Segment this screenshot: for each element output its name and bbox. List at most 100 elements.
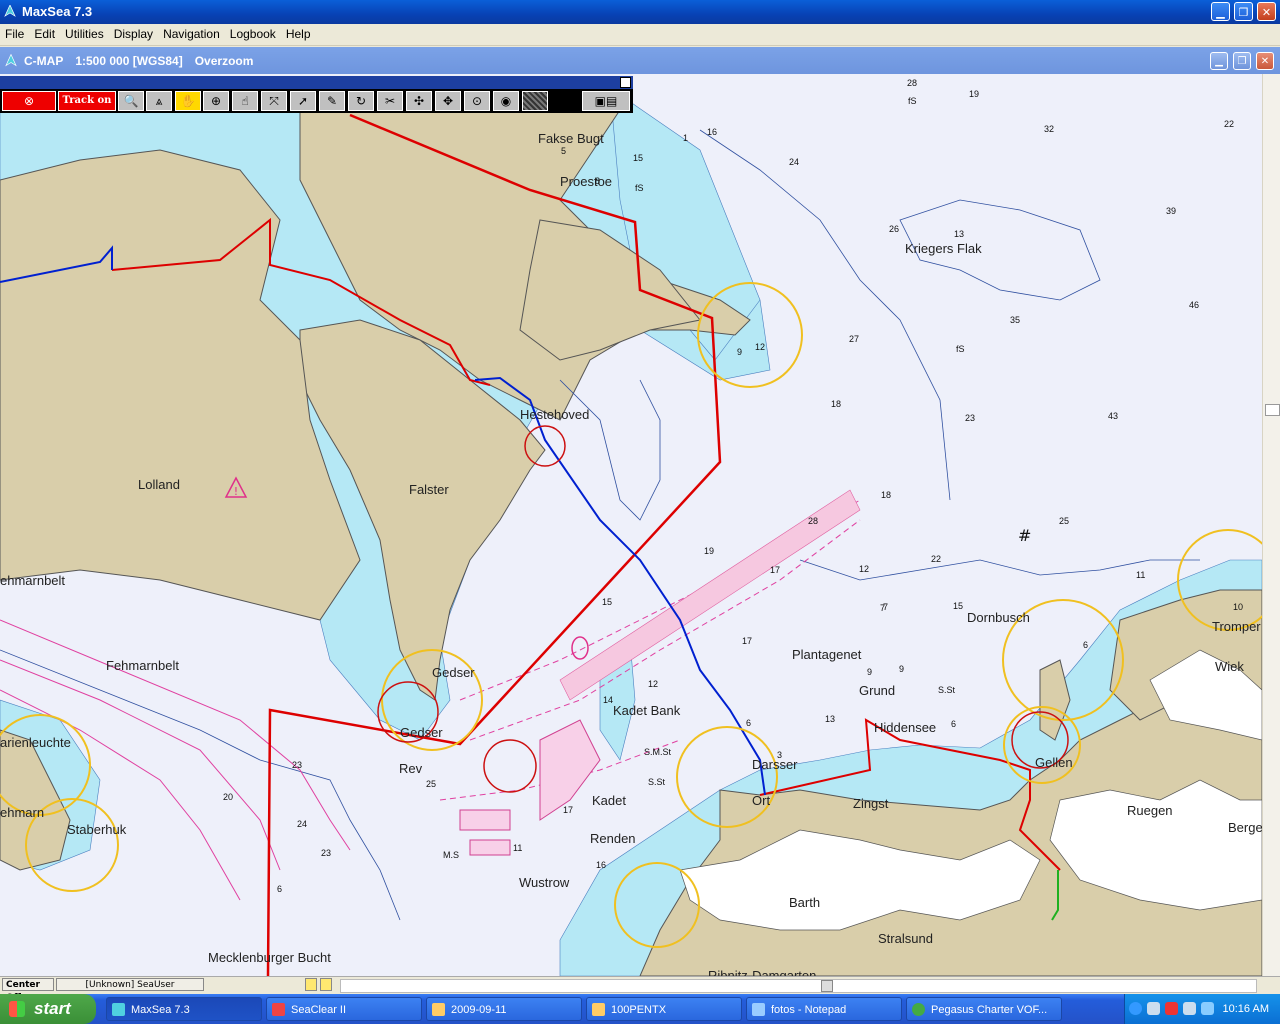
sounding: 39 bbox=[1166, 206, 1177, 216]
menu-logbook[interactable]: Logbook bbox=[225, 24, 281, 41]
sounding: 14 bbox=[603, 695, 614, 705]
task-browser[interactable]: Pegasus Charter VOF... bbox=[906, 997, 1062, 1021]
route-tool-icon[interactable]: ⤧ bbox=[261, 91, 287, 111]
pencil-icon[interactable]: ✎ bbox=[319, 91, 345, 111]
sounding: 16 bbox=[707, 127, 718, 137]
target-icon[interactable]: ◉ bbox=[493, 91, 519, 111]
depth-contour-10 bbox=[559, 379, 661, 521]
sounding: 12 bbox=[648, 679, 659, 689]
status-indicator-icon[interactable] bbox=[305, 978, 317, 991]
place-fehmarnbelt: Fehmarnbelt bbox=[106, 658, 179, 673]
start-button[interactable]: start bbox=[0, 994, 96, 1024]
app-title-bar[interactable]: MaxSea 7.3 ▁ ❐ ✕ bbox=[0, 0, 1280, 24]
menu-help[interactable]: Help bbox=[281, 24, 316, 41]
close-button[interactable]: ✕ bbox=[1257, 2, 1276, 21]
place-fakse-bugt: Fakse Bugt bbox=[538, 131, 604, 146]
task-notepad[interactable]: fotos - Notepad bbox=[746, 997, 902, 1021]
chart-minimize-button[interactable]: ▁ bbox=[1210, 52, 1228, 70]
center-off-button[interactable]: Center Off bbox=[2, 978, 54, 1003]
place-gedser: Gedser bbox=[432, 665, 475, 680]
horizontal-scroll-thumb[interactable] bbox=[821, 980, 833, 992]
compass-icon[interactable]: ⩓ bbox=[146, 91, 172, 111]
toolbar-title-strip[interactable] bbox=[0, 76, 633, 89]
menu-edit[interactable]: Edit bbox=[29, 24, 60, 41]
vertical-scroll-thumb[interactable] bbox=[1265, 404, 1280, 416]
chart-maximize-button[interactable]: ❐ bbox=[1233, 52, 1251, 70]
horizontal-scrollbar[interactable] bbox=[340, 979, 1257, 993]
user-status: [Unknown] SeaUser bbox=[56, 978, 204, 991]
task-seaclear[interactable]: SeaClear II bbox=[266, 997, 422, 1021]
target-small-icon[interactable]: ⊙ bbox=[464, 91, 490, 111]
sounding: 18 bbox=[831, 399, 842, 409]
sounding: 6 bbox=[1083, 640, 1089, 650]
task-label: SeaClear II bbox=[291, 1004, 347, 1016]
sounding: 17 bbox=[563, 805, 574, 815]
sounding: S.St bbox=[648, 777, 666, 787]
scissors-icon[interactable]: ✂ bbox=[377, 91, 403, 111]
security-icon[interactable] bbox=[1201, 1002, 1214, 1015]
sounding: 19 bbox=[969, 89, 980, 99]
app-title: MaxSea 7.3 bbox=[22, 4, 93, 19]
menu-utilities[interactable]: Utilities bbox=[60, 24, 109, 41]
minimize-button[interactable]: ▁ bbox=[1211, 2, 1230, 21]
cmap-window-icon bbox=[5, 54, 17, 67]
folder-icon bbox=[592, 1003, 605, 1016]
track-on-button[interactable]: Track on bbox=[58, 91, 116, 111]
menu-display[interactable]: Display bbox=[109, 24, 158, 41]
tray-expand-icon[interactable] bbox=[1129, 1002, 1142, 1015]
crosshair-icon[interactable]: ⊕ bbox=[203, 91, 229, 111]
sounding: 19 bbox=[704, 546, 715, 556]
sounding: 17 bbox=[770, 565, 781, 575]
task-label: 2009-09-11 bbox=[451, 1004, 507, 1016]
place-ribnitz-damgarten: Ribnitz-Damgarten bbox=[708, 968, 817, 976]
notepad-icon bbox=[752, 1003, 765, 1016]
menu-file[interactable]: File bbox=[0, 24, 29, 41]
hand-pointer-icon[interactable]: ☝ bbox=[232, 91, 258, 111]
toolbar-close-button[interactable] bbox=[620, 77, 631, 88]
arrow-pointer-icon[interactable]: ➚ bbox=[290, 91, 316, 111]
sounding: 13 bbox=[954, 229, 965, 239]
waypoint-icon[interactable]: ✣ bbox=[406, 91, 432, 111]
menu-navigation[interactable]: Navigation bbox=[158, 24, 225, 41]
place-fehmarnbelt-west: ehmarnbelt bbox=[0, 573, 66, 588]
task-folder-2009-09-11[interactable]: 2009-09-11 bbox=[426, 997, 582, 1021]
place-mecklenburger-bucht: Mecklenburger Bucht bbox=[208, 950, 331, 965]
volume-icon[interactable] bbox=[1183, 1002, 1196, 1015]
record-button[interactable]: ⊗ bbox=[2, 91, 56, 111]
place-kriegers-flak: Kriegers Flak bbox=[905, 241, 982, 256]
chart-window-title-bar[interactable]: C-MAP 1:500 000 [WGS84] Overzoom ▁ ❐ ✕ bbox=[0, 47, 1280, 74]
maximize-button[interactable]: ❐ bbox=[1234, 2, 1253, 21]
place-bergen: Berge bbox=[1228, 820, 1262, 835]
sounding: 22 bbox=[1224, 119, 1235, 129]
task-maxsea[interactable]: MaxSea 7.3 bbox=[106, 997, 262, 1021]
place-zingst: Zingst bbox=[853, 796, 889, 811]
zoom-icon[interactable]: 🔍 bbox=[118, 91, 144, 111]
sounding: 15 bbox=[633, 153, 644, 163]
chart-close-button[interactable]: ✕ bbox=[1256, 52, 1274, 70]
display-mode-icon[interactable]: ▣▤ bbox=[582, 91, 630, 111]
svg-text:!: ! bbox=[234, 485, 238, 498]
task-folder-100pentx[interactable]: 100PENTX bbox=[586, 997, 742, 1021]
pan-hand-icon[interactable]: ✋ bbox=[175, 91, 201, 111]
move-icon[interactable]: ✥ bbox=[435, 91, 461, 111]
clock[interactable]: 10:16 AM bbox=[1223, 1003, 1269, 1015]
sounding: 18 bbox=[881, 490, 892, 500]
sounding: 24 bbox=[789, 157, 800, 167]
vertical-scrollbar[interactable] bbox=[1262, 74, 1280, 976]
sounding: 9 bbox=[737, 347, 743, 357]
sounding: fS bbox=[908, 96, 917, 106]
sounding: 9 bbox=[867, 667, 873, 677]
network-error-icon[interactable] bbox=[1165, 1002, 1178, 1015]
rotate-icon[interactable]: ↻ bbox=[348, 91, 374, 111]
menu-bar: File Edit Utilities Display Navigation Logboo… bbox=[0, 24, 1280, 46]
place-ruegen: Ruegen bbox=[1127, 803, 1173, 818]
sounding: 6 bbox=[951, 719, 957, 729]
sounding: 25 bbox=[426, 779, 437, 789]
nautical-chart[interactable]: ! # Fakse Bugt Proestoe Kriegers Flak He… bbox=[0, 74, 1262, 976]
task-label: Pegasus Charter VOF... bbox=[931, 1004, 1048, 1016]
pattern-icon[interactable] bbox=[522, 91, 548, 111]
sounding: 12 bbox=[755, 342, 766, 352]
task-label: fotos - Notepad bbox=[771, 1004, 847, 1016]
status-link-icon[interactable] bbox=[320, 978, 332, 991]
network-icon[interactable] bbox=[1147, 1002, 1160, 1015]
